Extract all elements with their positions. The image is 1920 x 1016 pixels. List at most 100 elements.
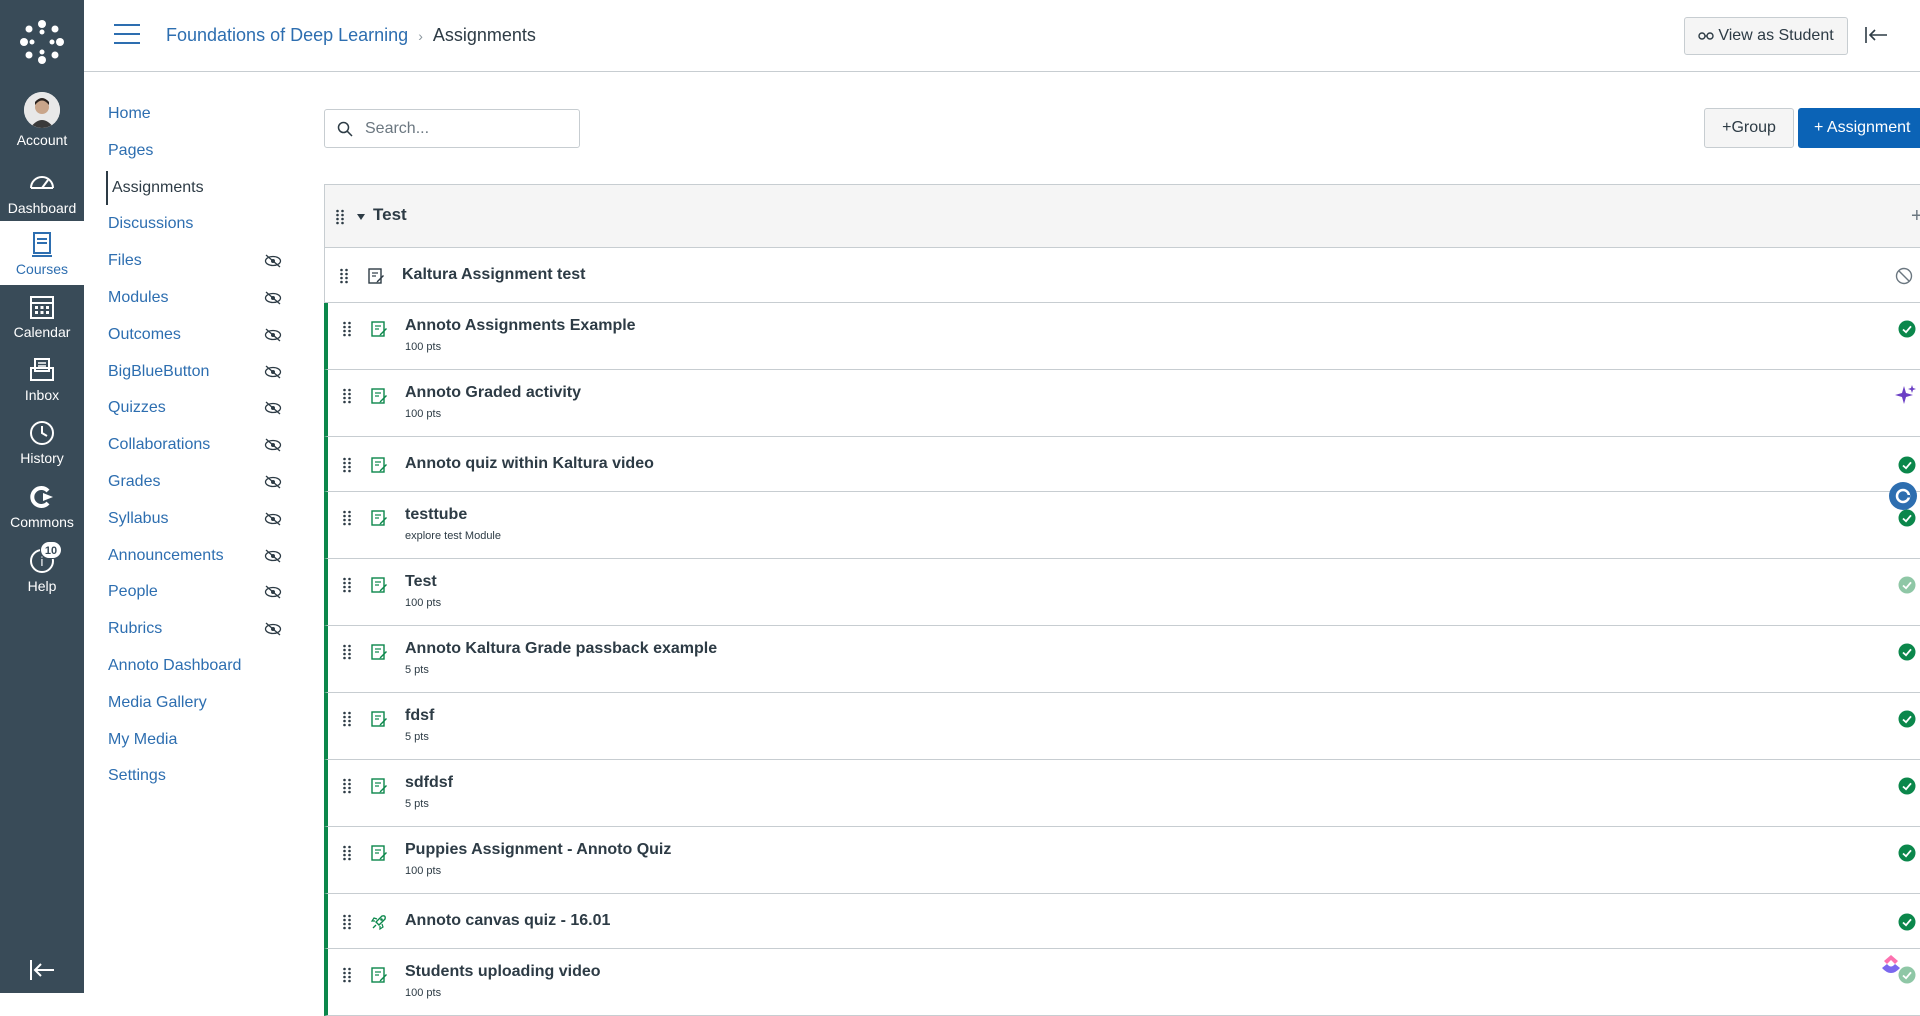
collapse-sidebar-icon[interactable] xyxy=(1864,26,1888,44)
drag-handle-icon[interactable] xyxy=(342,321,352,337)
assignment-row[interactable]: Kaltura Assignment test xyxy=(325,248,1920,303)
calendar-icon xyxy=(30,296,54,319)
add-assignment-button[interactable]: + Assignment xyxy=(1798,108,1920,148)
gnav-history[interactable]: History xyxy=(0,418,84,482)
course-nav-settings[interactable]: Settings xyxy=(108,761,308,791)
course-nav-announcements[interactable]: Announcements xyxy=(108,541,308,571)
drag-handle-icon[interactable] xyxy=(335,209,345,225)
drag-handle-icon[interactable] xyxy=(342,644,352,660)
assignment-row[interactable]: Test 100 pts xyxy=(324,559,1920,626)
unpublished-icon[interactable] xyxy=(1895,267,1913,285)
assignment-title[interactable]: fdsf xyxy=(405,707,434,725)
gnav-inbox[interactable]: Inbox xyxy=(0,355,84,419)
published-check-icon[interactable] xyxy=(1898,777,1916,795)
gnav-account[interactable]: Account xyxy=(0,92,84,156)
course-nav-collaborations[interactable]: Collaborations xyxy=(108,430,308,460)
quiz-rocket-icon xyxy=(370,914,386,930)
assignment-group-header[interactable]: Test + xyxy=(325,185,1920,248)
assignment-row[interactable]: Puppies Assignment - Annoto Quiz 100 pts xyxy=(324,827,1920,894)
published-check-icon[interactable] xyxy=(1898,456,1916,474)
assignment-row[interactable]: Annoto quiz within Kaltura video xyxy=(324,437,1920,492)
published-check-icon[interactable] xyxy=(1898,509,1916,527)
canvas-logo[interactable] xyxy=(18,18,66,66)
assignment-row[interactable]: fdsf 5 pts xyxy=(324,693,1920,760)
drag-handle-icon[interactable] xyxy=(342,778,352,794)
drag-handle-icon[interactable] xyxy=(342,457,352,473)
assignment-row[interactable]: sdfdsf 5 pts xyxy=(324,760,1920,827)
published-check-icon[interactable] xyxy=(1898,320,1916,338)
clickup-icon[interactable] xyxy=(1876,950,1906,980)
course-nav-annoto-dashboard[interactable]: Annoto Dashboard xyxy=(108,651,308,681)
drag-handle-icon[interactable] xyxy=(339,268,349,284)
assignment-title[interactable]: Annoto quiz within Kaltura video xyxy=(405,455,654,473)
assignment-meta: explore test Module xyxy=(405,530,501,542)
course-nav-my-media[interactable]: My Media xyxy=(108,725,308,755)
gnav-commons[interactable]: Commons xyxy=(0,482,84,546)
assignment-row[interactable]: Annoto canvas quiz - 16.01 xyxy=(324,894,1920,949)
assignment-title[interactable]: Annoto Assignments Example xyxy=(405,317,636,335)
assignment-title[interactable]: testtube xyxy=(405,506,467,524)
gnav-dashboard-label: Dashboard xyxy=(7,200,77,216)
course-nav-outcomes[interactable]: Outcomes xyxy=(108,320,308,350)
course-nav-modules[interactable]: Modules xyxy=(108,283,308,313)
assignment-title[interactable]: Annoto Kaltura Grade passback example xyxy=(405,640,717,658)
assignment-title[interactable]: Puppies Assignment - Annoto Quiz xyxy=(405,841,671,859)
course-nav-assignments[interactable]: Assignments xyxy=(106,171,306,205)
avatar xyxy=(24,92,60,128)
assignment-icon xyxy=(371,644,387,660)
view-as-student-button[interactable]: View as Student xyxy=(1684,17,1848,55)
search-input[interactable] xyxy=(365,116,565,142)
drag-handle-icon[interactable] xyxy=(342,577,352,593)
add-group-button[interactable]: +Group xyxy=(1704,108,1794,148)
group-add-icon[interactable]: + xyxy=(1911,205,1920,228)
drag-handle-icon[interactable] xyxy=(342,711,352,727)
published-check-icon[interactable] xyxy=(1898,913,1916,931)
hidden-eye-icon xyxy=(264,549,282,563)
course-nav-home[interactable]: Home xyxy=(108,99,308,129)
hidden-eye-icon xyxy=(264,328,282,342)
gnav-calendar[interactable]: Calendar xyxy=(0,292,84,356)
course-nav-quizzes[interactable]: Quizzes xyxy=(108,393,308,423)
assignment-title[interactable]: Annoto canvas quiz - 16.01 xyxy=(405,912,610,930)
course-nav-discussions[interactable]: Discussions xyxy=(108,209,308,239)
collapse-nav-icon[interactable] xyxy=(28,958,56,982)
assignment-title[interactable]: Annoto Graded activity xyxy=(405,384,581,402)
assignment-title[interactable]: Test xyxy=(405,573,437,591)
course-nav-bigbluebutton[interactable]: BigBlueButton xyxy=(108,357,308,387)
gnav-courses[interactable]: Courses xyxy=(0,221,84,285)
course-nav-rubrics[interactable]: Rubrics xyxy=(108,614,308,644)
published-check-icon[interactable] xyxy=(1898,643,1916,661)
assignment-row[interactable]: testtube explore test Module xyxy=(324,492,1920,559)
course-nav-label: Discussions xyxy=(108,215,194,232)
drag-handle-icon[interactable] xyxy=(342,510,352,526)
breadcrumb-course-link[interactable]: Foundations of Deep Learning xyxy=(166,25,408,45)
assignment-row[interactable]: Annoto Assignments Example 100 pts xyxy=(324,303,1920,370)
drag-handle-icon[interactable] xyxy=(342,845,352,861)
course-menu-toggle[interactable] xyxy=(114,24,140,46)
published-check-icon[interactable] xyxy=(1898,710,1916,728)
assignment-title[interactable]: sdfdsf xyxy=(405,774,453,792)
drag-handle-icon[interactable] xyxy=(342,388,352,404)
course-nav-media-gallery[interactable]: Media Gallery xyxy=(108,688,308,718)
assignment-row[interactable]: Annoto Graded activity 100 pts xyxy=(324,370,1920,437)
search-field[interactable] xyxy=(324,109,580,148)
drag-handle-icon[interactable] xyxy=(342,914,352,930)
collapse-caret-icon[interactable] xyxy=(357,214,365,220)
course-nav-pages[interactable]: Pages xyxy=(108,136,308,166)
assignment-title[interactable]: Students uploading video xyxy=(405,963,601,981)
assignment-row[interactable]: Students uploading video 100 pts xyxy=(324,949,1920,1016)
course-nav-label: People xyxy=(108,583,158,600)
course-nav-label: Grades xyxy=(108,473,161,490)
course-nav-label: Assignments xyxy=(112,179,204,196)
published-check-icon[interactable] xyxy=(1898,576,1916,594)
ai-sparkle-icon[interactable] xyxy=(1890,380,1920,410)
course-nav-files[interactable]: Files xyxy=(108,246,308,276)
course-nav-grades[interactable]: Grades xyxy=(108,467,308,497)
published-check-icon[interactable] xyxy=(1898,844,1916,862)
course-nav-syllabus[interactable]: Syllabus xyxy=(108,504,308,534)
assignment-row[interactable]: Annoto Kaltura Grade passback example 5 p… xyxy=(324,626,1920,693)
drag-handle-icon[interactable] xyxy=(342,967,352,983)
assignment-title[interactable]: Kaltura Assignment test xyxy=(402,266,585,284)
annoto-widget-icon[interactable] xyxy=(1888,481,1918,511)
course-nav-people[interactable]: People xyxy=(108,577,308,607)
